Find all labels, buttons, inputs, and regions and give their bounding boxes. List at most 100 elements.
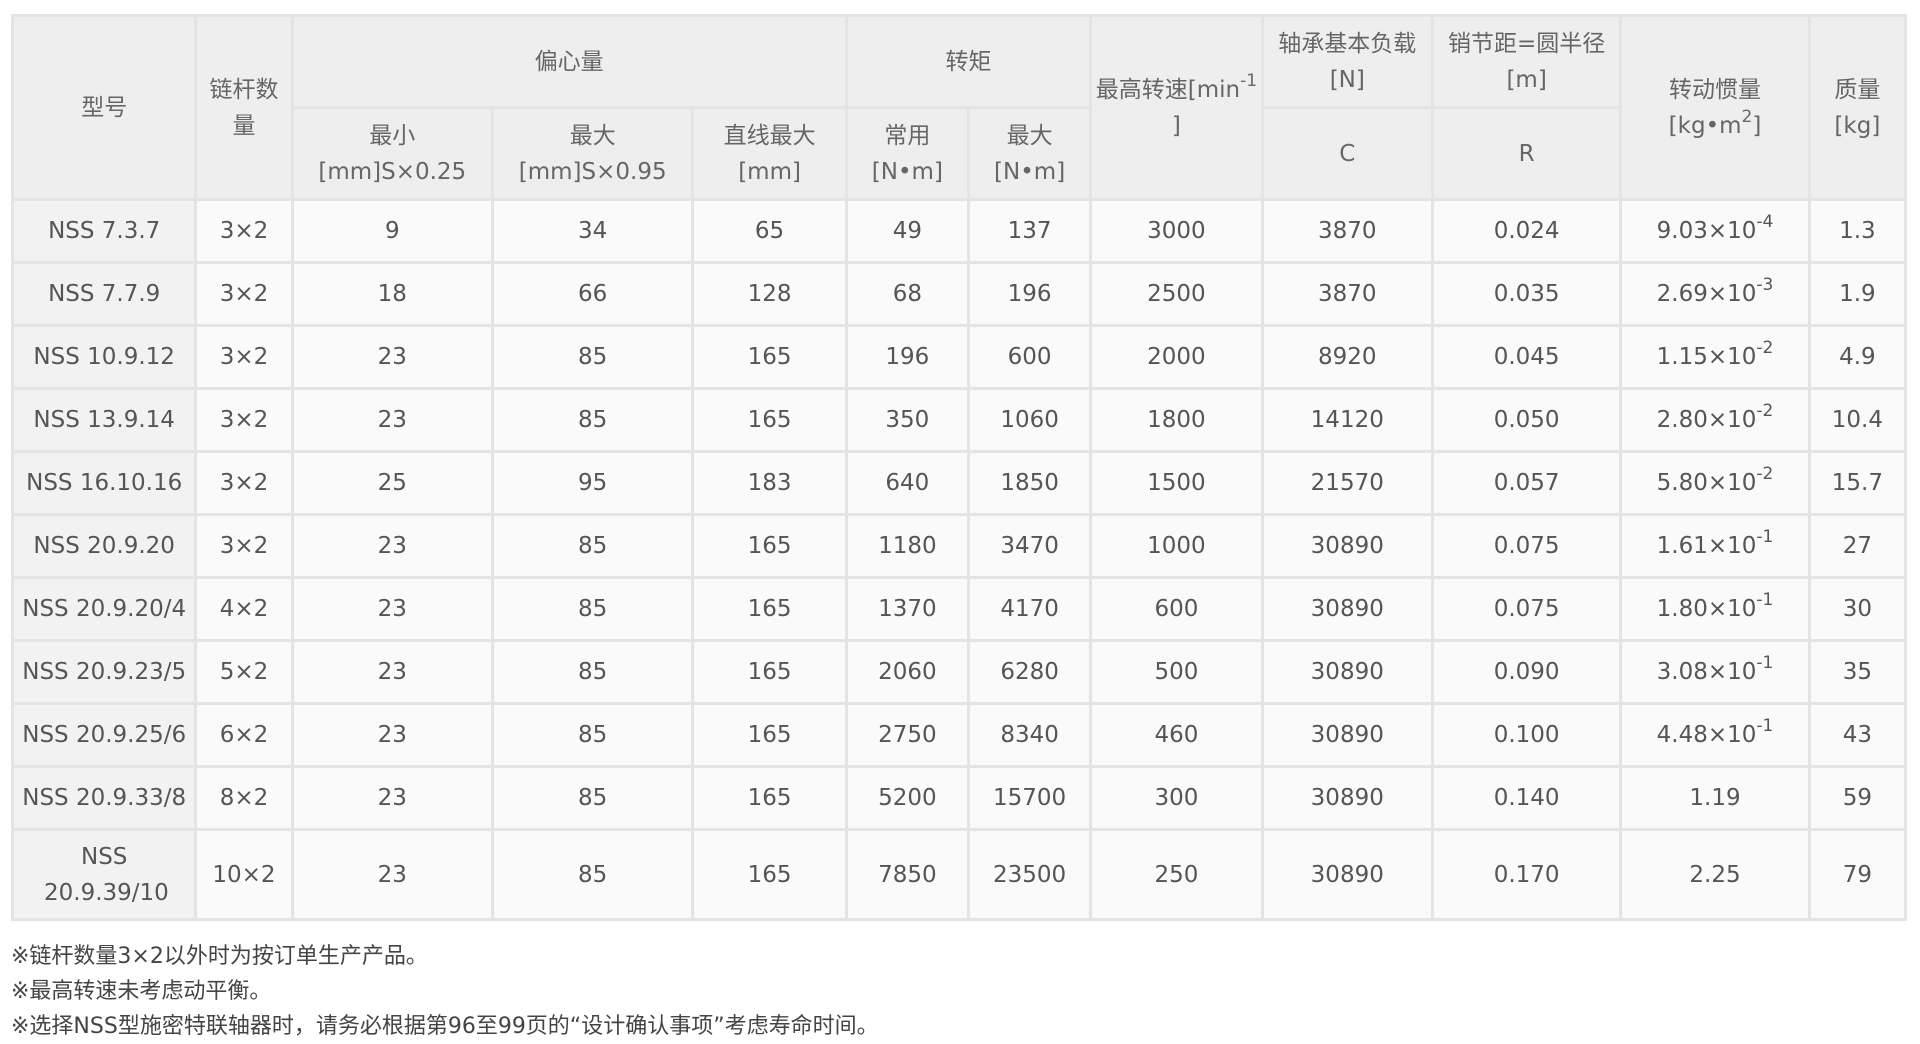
cell-torque-normal: 640 xyxy=(847,453,967,513)
cell-model: NSS 7.7.9 xyxy=(14,264,195,324)
cell-links: 8×2 xyxy=(197,768,291,828)
header-bearing: 轴承基本负载 [N] xyxy=(1263,17,1431,106)
cell-speed: 300 xyxy=(1092,768,1261,828)
cell-eccentric-max: 85 xyxy=(493,327,692,387)
cell-speed: 1500 xyxy=(1092,453,1261,513)
header-row-2: 最小 [mm]S×0.25 最大 [mm]S×0.95 直线最大 [mm] 常用 [N•… xyxy=(14,109,1904,198)
cell-torque-max: 196 xyxy=(969,264,1090,324)
cell-pitch-r: 0.075 xyxy=(1433,579,1620,639)
cell-torque-normal: 350 xyxy=(847,390,967,450)
cell-eccentric-line: 165 xyxy=(694,516,845,576)
cell-torque-normal: 2750 xyxy=(847,705,967,765)
cell-links: 10×2 xyxy=(197,831,291,918)
cell-bearing-c: 30890 xyxy=(1263,579,1431,639)
cell-speed: 250 xyxy=(1092,831,1261,918)
cell-pitch-r: 0.075 xyxy=(1433,516,1620,576)
cell-eccentric-max: 85 xyxy=(493,705,692,765)
cell-inertia: 1.80×10-1 xyxy=(1622,579,1808,639)
cell-speed: 2500 xyxy=(1092,264,1261,324)
cell-torque-normal: 5200 xyxy=(847,768,967,828)
table-row: NSS 20.9.23/5 5×2 23 85 165 2060 6280 50… xyxy=(14,642,1904,702)
cell-inertia: 5.80×10-2 xyxy=(1622,453,1808,513)
table-row: NSS 10.9.12 3×2 23 85 165 196 600 2000 8… xyxy=(14,327,1904,387)
table-row: NSS 16.10.16 3×2 25 95 183 640 1850 1500… xyxy=(14,453,1904,513)
cell-inertia: 3.08×10-1 xyxy=(1622,642,1808,702)
header-pitch: 销节距=圆半径 [m] xyxy=(1433,17,1620,106)
header-model: 型号 xyxy=(14,17,195,198)
header-eccentric-max: 最大 [mm]S×0.95 xyxy=(493,109,692,198)
header-pitch-r: R xyxy=(1433,109,1620,198)
spec-table-container: 型号 链杆数量 偏心量 转矩 最高转速[min-1] 轴承基本负载 [N] 销节距… xyxy=(11,14,1907,1044)
cell-eccentric-line: 165 xyxy=(694,579,845,639)
cell-eccentric-max: 85 xyxy=(493,390,692,450)
cell-torque-max: 15700 xyxy=(969,768,1090,828)
cell-eccentric-min: 23 xyxy=(293,390,491,450)
cell-mass: 27 xyxy=(1810,516,1904,576)
cell-eccentric-line: 165 xyxy=(694,642,845,702)
cell-inertia: 2.25 xyxy=(1622,831,1808,918)
cell-links: 3×2 xyxy=(197,453,291,513)
cell-pitch-r: 0.140 xyxy=(1433,768,1620,828)
cell-mass: 15.7 xyxy=(1810,453,1904,513)
cell-links: 3×2 xyxy=(197,516,291,576)
cell-eccentric-line: 165 xyxy=(694,327,845,387)
cell-mass: 4.9 xyxy=(1810,327,1904,387)
header-links: 链杆数量 xyxy=(197,17,291,198)
cell-model: NSS 13.9.14 xyxy=(14,390,195,450)
cell-eccentric-min: 23 xyxy=(293,516,491,576)
cell-speed: 460 xyxy=(1092,705,1261,765)
footnotes: ※链杆数量3×2以外时为按订单生产产品。 ※最高转速未考虑动平衡。 ※选择NSS… xyxy=(11,939,1907,1044)
cell-eccentric-min: 23 xyxy=(293,831,491,918)
cell-eccentric-line: 183 xyxy=(694,453,845,513)
cell-eccentric-max: 34 xyxy=(493,201,692,261)
cell-speed: 1800 xyxy=(1092,390,1261,450)
cell-links: 5×2 xyxy=(197,642,291,702)
cell-eccentric-min: 23 xyxy=(293,642,491,702)
cell-bearing-c: 3870 xyxy=(1263,201,1431,261)
cell-model: NSS 20.9.23/5 xyxy=(14,642,195,702)
cell-torque-normal: 68 xyxy=(847,264,967,324)
cell-torque-max: 1850 xyxy=(969,453,1090,513)
cell-model: NSS 16.10.16 xyxy=(14,453,195,513)
cell-bearing-c: 14120 xyxy=(1263,390,1431,450)
cell-bearing-c: 30890 xyxy=(1263,642,1431,702)
cell-model: NSS 20.9.20/4 xyxy=(14,579,195,639)
cell-mass: 10.4 xyxy=(1810,390,1904,450)
cell-eccentric-max: 85 xyxy=(493,642,692,702)
footnote: ※最高转速未考虑动平衡。 xyxy=(11,979,272,1004)
cell-inertia: 4.48×10-1 xyxy=(1622,705,1808,765)
cell-bearing-c: 21570 xyxy=(1263,453,1431,513)
footnote: ※链杆数量3×2以外时为按订单生产产品。 xyxy=(11,944,428,969)
cell-speed: 600 xyxy=(1092,579,1261,639)
cell-links: 3×2 xyxy=(197,264,291,324)
cell-pitch-r: 0.045 xyxy=(1433,327,1620,387)
header-eccentric-line: 直线最大 [mm] xyxy=(694,109,845,198)
cell-pitch-r: 0.050 xyxy=(1433,390,1620,450)
cell-inertia: 2.80×10-2 xyxy=(1622,390,1808,450)
cell-torque-normal: 196 xyxy=(847,327,967,387)
cell-links: 4×2 xyxy=(197,579,291,639)
cell-eccentric-min: 23 xyxy=(293,705,491,765)
cell-torque-max: 600 xyxy=(969,327,1090,387)
cell-torque-max: 1060 xyxy=(969,390,1090,450)
cell-mass: 1.9 xyxy=(1810,264,1904,324)
table-row: NSS 20.9.20/4 4×2 23 85 165 1370 4170 60… xyxy=(14,579,1904,639)
cell-torque-max: 8340 xyxy=(969,705,1090,765)
cell-inertia: 9.03×10-4 xyxy=(1622,201,1808,261)
header-mass: 质量 [kg] xyxy=(1810,17,1904,198)
cell-pitch-r: 0.170 xyxy=(1433,831,1620,918)
cell-model: NSS 10.9.12 xyxy=(14,327,195,387)
cell-eccentric-min: 9 xyxy=(293,201,491,261)
header-row-1: 型号 链杆数量 偏心量 转矩 最高转速[min-1] 轴承基本负载 [N] 销节距… xyxy=(14,17,1904,198)
cell-eccentric-line: 165 xyxy=(694,705,845,765)
cell-speed: 500 xyxy=(1092,642,1261,702)
cell-eccentric-max: 85 xyxy=(493,768,692,828)
cell-mass: 30 xyxy=(1810,579,1904,639)
cell-eccentric-line: 65 xyxy=(694,201,845,261)
header-bearing-c: C xyxy=(1263,109,1431,198)
cell-bearing-c: 3870 xyxy=(1263,264,1431,324)
cell-pitch-r: 0.057 xyxy=(1433,453,1620,513)
cell-eccentric-line: 165 xyxy=(694,831,845,918)
table-row: NSS 20.9.39/10 10×2 23 85 165 7850 23500… xyxy=(14,831,1904,918)
cell-torque-normal: 1180 xyxy=(847,516,967,576)
